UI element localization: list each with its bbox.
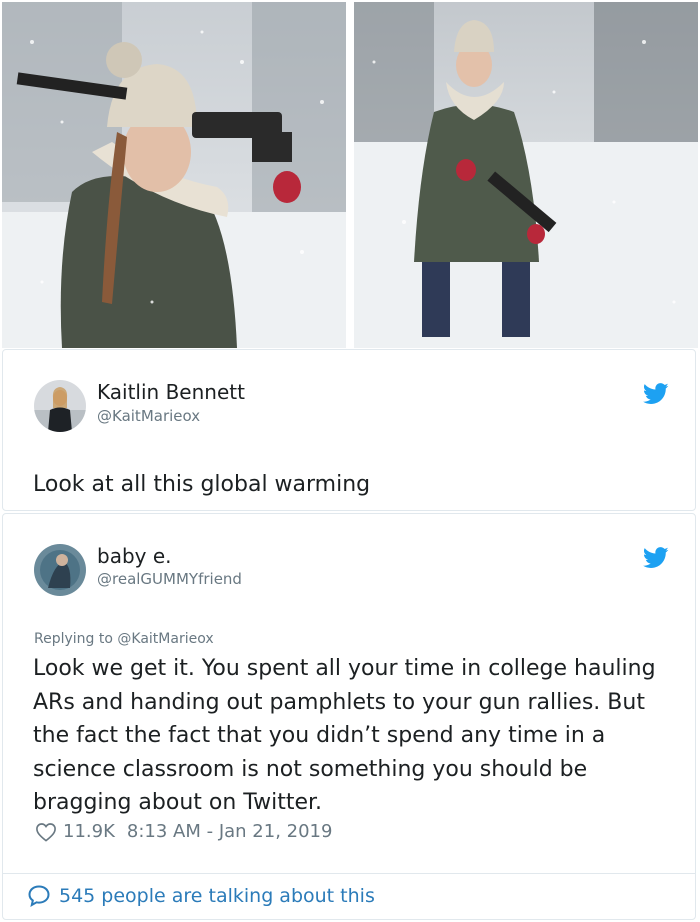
- user-handle[interactable]: @realGUMMYfriend: [97, 570, 242, 588]
- tweet-text: Look we get it. You spent all your time …: [33, 656, 656, 815]
- user-handle[interactable]: @KaitMarieox: [97, 407, 200, 425]
- divider: [3, 873, 695, 874]
- tweet-text: Look at all this global warming: [33, 472, 371, 497]
- display-name[interactable]: baby e.: [97, 544, 172, 568]
- talking-count-label[interactable]: 545 people are talking about this: [59, 885, 375, 907]
- avatar[interactable]: [34, 544, 86, 596]
- photo-woman-with-rifle-front[interactable]: [354, 2, 698, 348]
- timestamp-link[interactable]: 8:13 AM - Jan 21, 2019: [127, 821, 333, 842]
- twitter-bird-icon[interactable]: [643, 547, 669, 569]
- replying-to-handle-link[interactable]: @KaitMarieox: [117, 631, 213, 647]
- heart-icon[interactable]: [35, 822, 57, 842]
- speech-bubble-icon: [28, 885, 50, 907]
- conversation-link[interactable]: 545 people are talking about this: [27, 884, 375, 908]
- avatar[interactable]: [34, 380, 86, 432]
- photo-woman-with-rifle-side[interactable]: [2, 2, 346, 348]
- replying-to-line: Replying to @KaitMarieox: [34, 631, 214, 647]
- reply-tweet-card: baby e. @realGUMMYfriend Replying to @Ka…: [2, 513, 696, 920]
- original-tweet-card: Kaitlin Bennett @KaitMarieox Look at all…: [2, 349, 696, 511]
- display-name[interactable]: Kaitlin Bennett: [97, 380, 245, 404]
- replying-to-prefix: Replying to: [34, 631, 118, 647]
- tweet-photos: [0, 0, 700, 350]
- tweet-meta: 11.9K 8:13 AM - Jan 21, 2019: [35, 821, 332, 842]
- like-count[interactable]: 11.9K: [63, 821, 115, 842]
- twitter-bird-icon[interactable]: [643, 383, 669, 405]
